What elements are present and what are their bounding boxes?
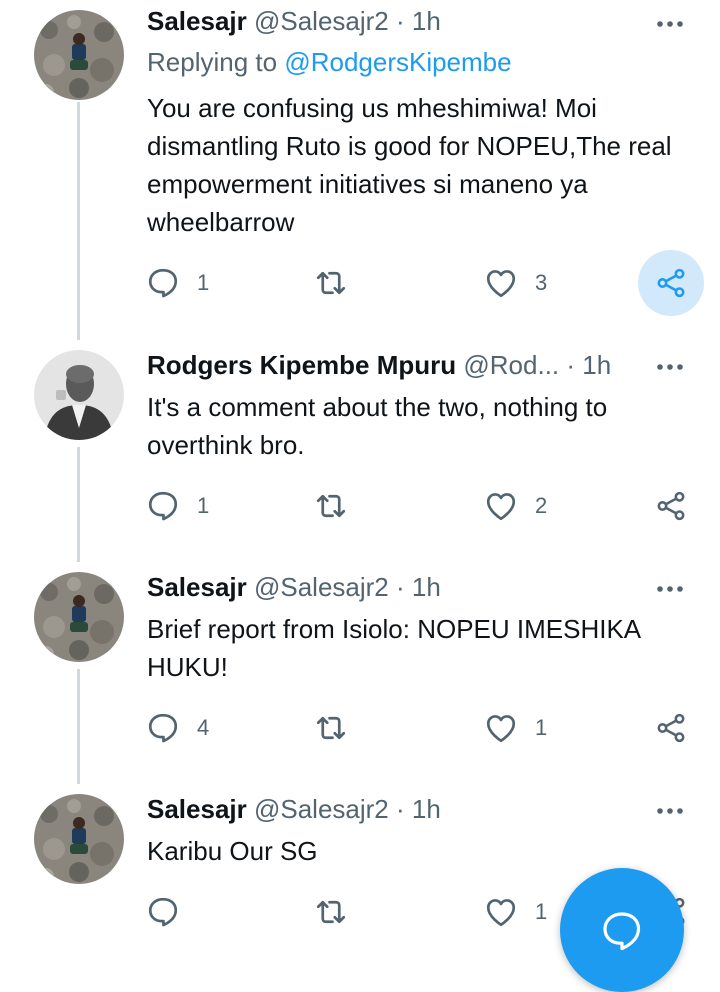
more-icon xyxy=(654,18,686,30)
like-count: 1 xyxy=(535,899,548,924)
like-count: 3 xyxy=(535,270,548,295)
heart-icon xyxy=(483,265,519,301)
like-button[interactable]: 1 xyxy=(481,693,547,763)
tweet-actions: 1 2 xyxy=(140,471,700,541)
author-name[interactable]: Salesajr xyxy=(147,572,247,602)
tweet-text: It's a comment about the two, nothing to… xyxy=(147,392,608,460)
retweet-icon xyxy=(313,710,349,746)
heart-icon xyxy=(483,710,519,746)
retweet-button[interactable] xyxy=(311,248,351,318)
reply-icon xyxy=(145,894,181,930)
reply-icon xyxy=(145,488,181,524)
separator: · xyxy=(566,350,576,380)
like-button[interactable]: 1 xyxy=(481,877,547,947)
share-icon xyxy=(654,266,688,300)
more-button[interactable] xyxy=(654,351,686,383)
share-icon xyxy=(654,711,688,745)
reply-icon xyxy=(145,710,181,746)
avatar[interactable] xyxy=(34,350,124,440)
author-handle[interactable]: @Rod... xyxy=(463,350,559,380)
tweet[interactable]: Salesajr @Salesajr2 · 1h Replying to @Ro… xyxy=(0,0,720,335)
tweet-text: Brief report from Isiolo: NOPEU IMESHIKA… xyxy=(147,614,640,682)
author-name[interactable]: Rodgers Kipembe Mpuru xyxy=(147,350,456,380)
tweet-header: Salesajr @Salesajr2 · 1h xyxy=(147,570,650,604)
author-name[interactable]: Salesajr xyxy=(147,6,247,36)
heart-icon xyxy=(483,488,519,524)
tweet-header: Salesajr @Salesajr2 · 1h xyxy=(147,4,650,38)
tweet-actions: 1 3 xyxy=(140,248,700,318)
author-handle[interactable]: @Salesajr2 xyxy=(254,572,389,602)
retweet-icon xyxy=(313,265,349,301)
share-button[interactable] xyxy=(651,471,691,541)
share-button[interactable] xyxy=(651,248,691,318)
separator: · xyxy=(396,794,405,824)
replying-to: Replying to @RodgersKipembe xyxy=(147,47,512,78)
author-name[interactable]: Salesajr xyxy=(147,794,247,824)
reply-button[interactable] xyxy=(143,877,197,947)
share-icon xyxy=(654,489,688,523)
retweet-button[interactable] xyxy=(311,877,351,947)
retweet-button[interactable] xyxy=(311,693,351,763)
like-button[interactable]: 3 xyxy=(481,248,547,318)
like-count: 1 xyxy=(535,715,548,740)
like-count: 2 xyxy=(535,493,548,518)
reply-count: 1 xyxy=(197,493,210,518)
author-handle[interactable]: @Salesajr2 xyxy=(254,6,389,36)
tweet-header: Salesajr @Salesajr2 · 1h xyxy=(147,792,650,826)
retweet-icon xyxy=(313,488,349,524)
tweet-text: Karibu Our SG xyxy=(147,836,318,866)
reply-button[interactable]: 1 xyxy=(143,471,209,541)
timestamp[interactable]: 1h xyxy=(412,572,441,602)
more-icon xyxy=(654,583,686,595)
reply-button[interactable]: 1 xyxy=(143,248,209,318)
compose-icon xyxy=(598,908,646,956)
avatar[interactable] xyxy=(34,10,124,100)
more-button[interactable] xyxy=(654,573,686,605)
tweet-actions: 4 1 xyxy=(140,693,700,763)
reply-count: 4 xyxy=(197,715,210,740)
retweet-button[interactable] xyxy=(311,471,351,541)
timestamp[interactable]: 1h xyxy=(582,350,611,380)
mention-link[interactable]: @RodgersKipembe xyxy=(284,47,511,77)
timestamp[interactable]: 1h xyxy=(412,6,441,36)
timestamp[interactable]: 1h xyxy=(412,794,441,824)
like-button[interactable]: 2 xyxy=(481,471,547,541)
more-icon xyxy=(654,361,686,373)
reply-count: 1 xyxy=(197,270,210,295)
more-icon xyxy=(654,805,686,817)
tweet-header: Rodgers Kipembe Mpuru @Rod... · 1h xyxy=(147,348,650,382)
avatar[interactable] xyxy=(34,794,124,884)
tweet-text: You are confusing us mheshimiwa! Moi dis… xyxy=(147,93,672,237)
separator: · xyxy=(396,572,405,602)
reply-button[interactable]: 4 xyxy=(143,693,209,763)
compose-button[interactable] xyxy=(560,868,684,992)
separator: · xyxy=(396,6,405,36)
author-handle[interactable]: @Salesajr2 xyxy=(254,794,389,824)
retweet-icon xyxy=(313,894,349,930)
share-button[interactable] xyxy=(651,693,691,763)
reply-icon xyxy=(145,265,181,301)
heart-icon xyxy=(483,894,519,930)
replying-prefix: Replying to xyxy=(147,47,278,77)
tweet[interactable]: Salesajr @Salesajr2 · 1h Brief report fr… xyxy=(0,565,720,779)
avatar[interactable] xyxy=(34,572,124,662)
more-button[interactable] xyxy=(654,795,686,827)
more-button[interactable] xyxy=(654,8,686,40)
tweet[interactable]: Rodgers Kipembe Mpuru @Rod... · 1h It's … xyxy=(0,343,720,557)
